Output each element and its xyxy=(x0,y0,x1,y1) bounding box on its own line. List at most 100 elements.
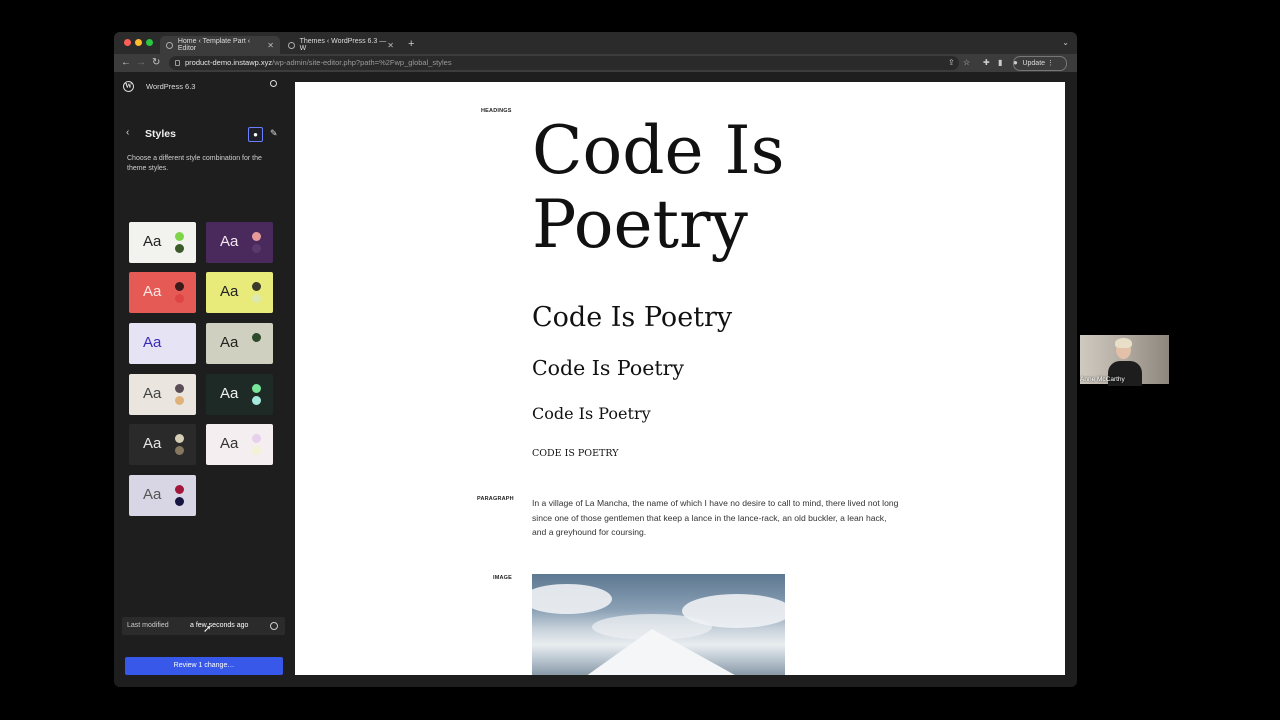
back-chevron-icon[interactable]: ‹ xyxy=(126,127,129,138)
panel-title: Styles xyxy=(145,128,176,140)
mountain-shape xyxy=(582,629,742,675)
style-variation-10[interactable]: Aa xyxy=(206,424,273,465)
update-button[interactable]: Update ⋮ xyxy=(1013,56,1067,71)
style-variation-5[interactable]: Aa xyxy=(129,323,196,364)
variation-label: Aa xyxy=(220,334,239,351)
color-dot xyxy=(175,333,184,342)
lock-icon xyxy=(175,60,180,66)
variation-label: Aa xyxy=(143,435,162,452)
maximize-window-button[interactable] xyxy=(146,39,153,46)
style-variation-3[interactable]: Aa xyxy=(129,272,196,313)
style-book-canvas: HEADINGS Code Is Poetry Code Is Poetry C… xyxy=(295,82,1065,675)
heading-4-sample[interactable]: Code Is Poetry xyxy=(532,404,651,423)
paragraph-sample[interactable]: In a village of La Mancha, the name of w… xyxy=(532,496,902,540)
minimize-window-button[interactable] xyxy=(135,39,142,46)
mouse-cursor-icon: ➚ xyxy=(203,624,212,635)
mountain-image-sample[interactable] xyxy=(532,574,785,675)
video-participant-tile: Anne McCarthy xyxy=(1080,335,1169,386)
side-panel-icon[interactable]: ▮ xyxy=(998,58,1002,67)
participant-hair xyxy=(1115,338,1132,348)
reload-icon[interactable]: ↻ xyxy=(152,57,160,68)
style-variation-11[interactable]: Aa xyxy=(129,475,196,516)
color-dot xyxy=(252,294,261,303)
tab-themes[interactable]: Themes ‹ WordPress 6.3 — W ✕ xyxy=(282,36,400,54)
extensions-icon[interactable]: ✚ xyxy=(983,58,990,67)
color-dot xyxy=(252,384,261,393)
back-arrow-icon[interactable]: ← xyxy=(121,57,131,68)
heading-1-sample[interactable]: Code Is Poetry xyxy=(532,114,792,262)
color-dot xyxy=(175,282,184,291)
tab-bar: Home ‹ Template Part ‹ Editor ✕ Themes ‹… xyxy=(114,32,1077,54)
heading-2-sample[interactable]: Code Is Poetry xyxy=(532,302,732,333)
style-variation-9[interactable]: Aa xyxy=(129,424,196,465)
participant-name: Anne McCarthy xyxy=(1080,376,1125,383)
color-dot xyxy=(252,434,261,443)
tab-title: Themes ‹ WordPress 6.3 — W xyxy=(299,38,387,52)
color-dot xyxy=(175,485,184,494)
paragraph-section-label: PARAGRAPH xyxy=(477,496,514,502)
color-dot xyxy=(175,244,184,253)
heading-3-sample[interactable]: Code Is Poetry xyxy=(532,356,684,380)
site-name[interactable]: WordPress 6.3 xyxy=(146,82,195,91)
style-variation-7[interactable]: Aa xyxy=(129,374,196,415)
chevron-down-icon[interactable]: ⌄ xyxy=(1062,38,1069,47)
color-dot xyxy=(252,446,261,455)
variation-label: Aa xyxy=(143,283,162,300)
wordpress-logo-icon[interactable]: W xyxy=(123,81,134,92)
color-dot xyxy=(175,384,184,393)
color-dot xyxy=(252,333,261,342)
style-variation-6[interactable]: Aa xyxy=(206,323,273,364)
panel-description: Choose a different style combination for… xyxy=(127,155,262,172)
close-tab-icon[interactable]: ✕ xyxy=(387,41,394,50)
color-dot xyxy=(175,446,184,455)
tab-template-part-editor[interactable]: Home ‹ Template Part ‹ Editor ✕ xyxy=(160,36,280,54)
style-variation-8[interactable]: Aa xyxy=(206,374,273,415)
color-dot xyxy=(175,497,184,506)
share-icon[interactable]: ⇪ xyxy=(948,58,955,67)
variation-label: Aa xyxy=(143,233,162,250)
color-dot xyxy=(252,232,261,241)
color-dot xyxy=(175,396,184,405)
globe-icon xyxy=(166,41,173,49)
heading-5-sample[interactable]: CODE IS POETRY xyxy=(532,448,619,459)
globe-icon xyxy=(288,41,295,49)
address-row: ← → ↻ product-demo.instawp.xyz/wp-admin/… xyxy=(114,54,1077,72)
variation-label: Aa xyxy=(220,385,239,402)
color-dot xyxy=(252,244,261,253)
search-icon[interactable] xyxy=(270,80,277,87)
color-dot xyxy=(252,345,261,354)
new-tab-button[interactable]: + xyxy=(408,38,414,50)
color-dot xyxy=(175,232,184,241)
update-label: Update xyxy=(1022,60,1046,67)
browser-window: Home ‹ Template Part ‹ Editor ✕ Themes ‹… xyxy=(114,32,1077,687)
variation-label: Aa xyxy=(220,283,239,300)
variation-label: Aa xyxy=(143,385,162,402)
last-modified-value: a few seconds ago xyxy=(190,622,249,629)
bookmark-star-icon[interactable]: ☆ xyxy=(963,58,970,67)
close-tab-icon[interactable]: ✕ xyxy=(267,41,274,50)
style-book-eye-icon[interactable]: ● xyxy=(248,127,263,142)
variation-label: Aa xyxy=(220,435,239,452)
edit-styles-pencil-icon[interactable]: ✎ xyxy=(270,128,278,139)
color-dot xyxy=(252,282,261,291)
variation-label: Aa xyxy=(143,486,162,503)
revisions-history-icon[interactable] xyxy=(270,622,278,630)
color-dot xyxy=(175,345,184,354)
forward-arrow-icon[interactable]: → xyxy=(136,57,146,68)
address-bar[interactable]: product-demo.instawp.xyz/wp-admin/site-e… xyxy=(169,56,959,70)
cloud-shape xyxy=(532,584,612,614)
image-section-label: IMAGE xyxy=(493,575,513,581)
site-editor-sidebar: W WordPress 6.3 ‹ Styles ● ✎ Choose a di… xyxy=(114,72,295,687)
style-variation-4[interactable]: Aa xyxy=(206,272,273,313)
color-dot xyxy=(175,294,184,303)
tab-title: Home ‹ Template Part ‹ Editor xyxy=(177,38,251,52)
style-variation-2[interactable]: Aa xyxy=(206,222,273,263)
headings-section-label: HEADINGS xyxy=(481,108,512,114)
last-modified-label: Last modified xyxy=(127,622,169,629)
url-host: product-demo.instawp.xyz xyxy=(185,58,273,67)
close-window-button[interactable] xyxy=(124,39,131,46)
review-changes-button[interactable]: Review 1 change… xyxy=(125,657,283,675)
url-path: /wp-admin/site-editor.php?path=%2Fwp_glo… xyxy=(272,58,452,67)
style-variation-1[interactable]: Aa xyxy=(129,222,196,263)
color-dot xyxy=(252,396,261,405)
